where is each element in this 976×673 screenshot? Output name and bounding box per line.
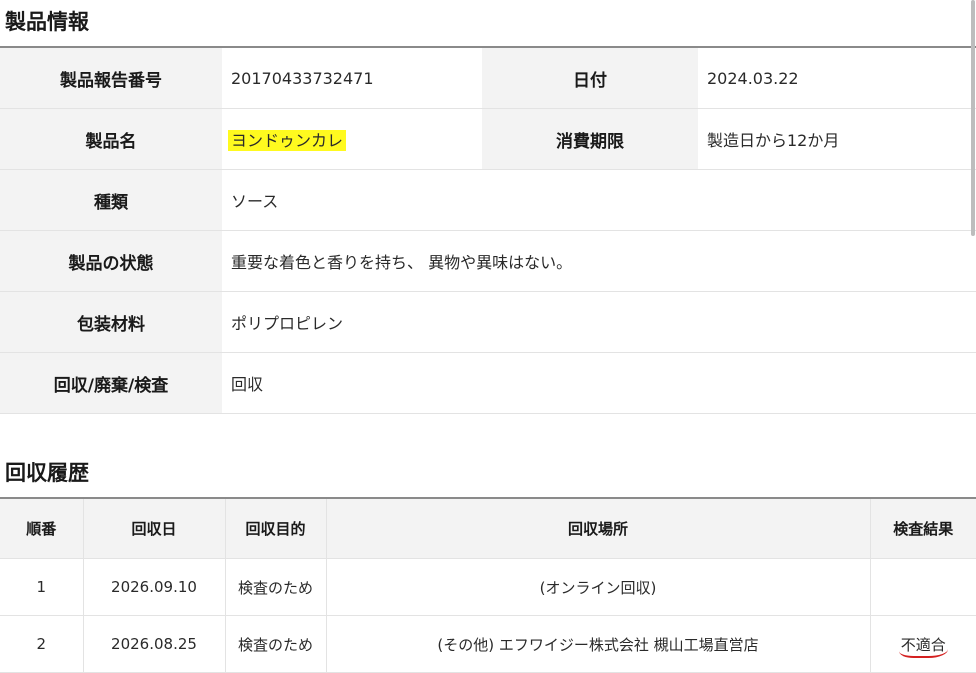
product-info-table: 製品報告番号 20170433732471 日付 2024.03.22 製品名 …: [0, 46, 976, 414]
col-header-place: 回収場所: [326, 498, 871, 559]
row-place: (その他) エフワイジー株式会社 槻山工場直営店: [326, 615, 871, 673]
info-row-report-no: 製品報告番号 20170433732471 日付 2024.03.22: [0, 47, 976, 109]
col-header-no: 順番: [0, 498, 84, 559]
table-row: 2 2026.08.25 検査のため (その他) エフワイジー株式会社 槻山工場…: [0, 615, 976, 673]
condition-label: 製品の状態: [0, 230, 222, 292]
row-purpose: 検査のため: [225, 558, 327, 616]
history-header-row: 順番 回収日 回収目的 回収場所 検査結果: [0, 498, 976, 559]
expiry-value: 製造日から12か月: [698, 108, 976, 170]
product-name-label: 製品名: [0, 108, 222, 170]
row-date: 2026.08.25: [83, 615, 226, 673]
row-no: 2: [0, 615, 84, 673]
info-row-name: 製品名 ヨンドゥンカレ 消費期限 製造日から12か月: [0, 108, 976, 170]
date-value: 2024.03.22: [698, 47, 976, 109]
action-value: 回収: [222, 352, 976, 414]
row-date: 2026.09.10: [83, 558, 226, 616]
row-purpose: 検査のため: [225, 615, 327, 673]
row-no: 1: [0, 558, 84, 616]
row-result: [870, 558, 976, 616]
date-label: 日付: [482, 47, 698, 109]
row-place: (オンライン回収): [326, 558, 871, 616]
type-label: 種類: [0, 169, 222, 231]
action-label: 回収/廃棄/検査: [0, 352, 222, 414]
scrollbar[interactable]: [971, 0, 975, 236]
col-header-date: 回収日: [83, 498, 226, 559]
history-table: 順番 回収日 回収目的 回収場所 検査結果 1 2026.09.10 検査のため…: [0, 497, 976, 673]
condition-value: 重要な着色と香りを持ち、 異物や異味はない。: [222, 230, 976, 292]
table-row: 1 2026.09.10 検査のため (オンライン回収): [0, 558, 976, 616]
info-row-packaging: 包装材料 ポリプロピレン: [0, 291, 976, 353]
col-header-result: 検査結果: [870, 498, 976, 559]
history-title: 回収履歴: [5, 461, 89, 485]
report-no-label: 製品報告番号: [0, 47, 222, 109]
col-header-purpose: 回収目的: [225, 498, 327, 559]
expiry-label: 消費期限: [482, 108, 698, 170]
row-result: 不適合: [898, 635, 948, 658]
packaging-label: 包装材料: [0, 291, 222, 353]
product-name-value: ヨンドゥンカレ: [228, 130, 347, 151]
packaging-value: ポリプロピレン: [222, 291, 976, 353]
info-row-action: 回収/廃棄/検査 回収: [0, 352, 976, 414]
type-value: ソース: [222, 169, 976, 231]
info-row-type: 種類 ソース: [0, 169, 976, 231]
info-row-condition: 製品の状態 重要な着色と香りを持ち、 異物や異味はない。: [0, 230, 976, 292]
product-info-title: 製品情報: [5, 10, 89, 34]
report-no-value: 20170433732471: [222, 47, 482, 109]
